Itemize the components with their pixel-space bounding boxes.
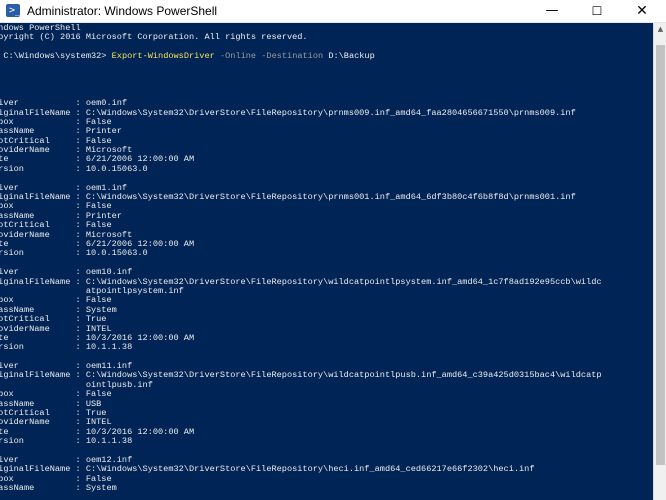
command-param-online: -Online <box>219 51 257 62</box>
title-bar[interactable]: >_ Administrator: Windows PowerShell — ☐… <box>0 0 666 23</box>
command-value: D:\Backup <box>328 51 375 62</box>
prompt-text: S C:\Windows\system32> <box>0 51 107 62</box>
console-line: ersion : 10.0.15063.0 <box>0 163 148 174</box>
console-line: opyright (C) 2016 Microsoft Corporation.… <box>0 32 308 43</box>
console-line: lassName : System <box>0 483 117 494</box>
vertical-scrollbar[interactable]: ▲ <box>653 23 666 500</box>
powershell-window: >_ Administrator: Windows PowerShell — ☐… <box>0 0 666 500</box>
command-name: Export-WindowsDriver <box>111 51 215 62</box>
console-output[interactable]: indows PowerShell opyright (C) 2016 Micr… <box>0 24 653 500</box>
close-button[interactable]: ✕ <box>620 0 664 22</box>
console-line: ersion : 10.0.15063.0 <box>0 248 148 259</box>
command-line: S C:\Windows\system32> Export-WindowsDri… <box>0 51 653 62</box>
console-line: ersion : 10.1.1.38 <box>0 436 133 447</box>
maximize-button[interactable]: ☐ <box>575 0 619 22</box>
window-title: Administrator: Windows PowerShell <box>27 4 218 18</box>
console-line: > <box>0 62 653 71</box>
powershell-icon[interactable]: >_ <box>6 4 21 17</box>
minimize-button[interactable]: — <box>530 0 574 22</box>
command-param-destination: -Destination <box>261 51 324 62</box>
console-line: > <box>0 71 653 80</box>
scroll-thumb[interactable] <box>656 45 665 465</box>
scroll-up-arrow-icon[interactable]: ▲ <box>654 25 666 33</box>
console-line: ersion : 10.1.1.38 <box>0 342 133 353</box>
